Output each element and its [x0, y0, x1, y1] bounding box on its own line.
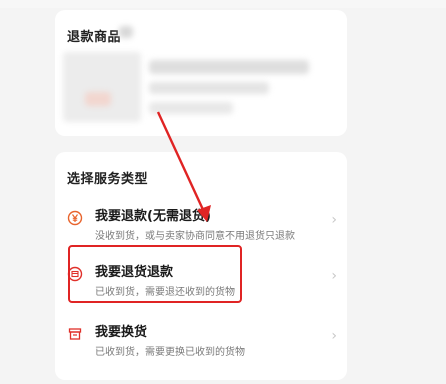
- refund-goods-title: 退款商品: [67, 30, 122, 45]
- goods-title-blur: [119, 26, 133, 38]
- goods-image-accent: [85, 92, 111, 106]
- option-return-refund-title: 我要退货退款: [95, 265, 174, 280]
- page: 退款商品 选择服务类型 我要退款(无需退货) 没收到货，或与卖家协商同意不用退货…: [0, 0, 446, 384]
- service-type-card: 选择服务类型 我要退款(无需退货) 没收到货，或与卖家协商同意不用退货只退款 ›…: [55, 152, 347, 380]
- goods-price-line: [149, 102, 233, 114]
- option-exchange-desc: 已收到货，需要更换已收到的货物: [95, 347, 245, 358]
- option-refund-only[interactable]: 我要退款(无需退货) 没收到货，或与卖家协商同意不用退货只退款 ›: [55, 196, 347, 252]
- option-return-refund[interactable]: 我要退货退款 已收到货，需要退还收到的货物 ›: [55, 252, 347, 308]
- return-goods-icon: [67, 266, 83, 282]
- yen-circle-icon: [67, 210, 83, 226]
- option-return-refund-desc: 已收到货，需要退还收到的货物: [95, 287, 235, 298]
- goods-spec-line: [149, 82, 269, 94]
- option-exchange[interactable]: 我要换货 已收到货，需要更换已收到的货物 ›: [55, 312, 347, 368]
- goods-image[interactable]: [63, 52, 141, 122]
- option-exchange-title: 我要换货: [95, 325, 148, 340]
- goods-name-line: [149, 60, 309, 74]
- service-type-title: 选择服务类型: [67, 172, 149, 187]
- exchange-box-icon: [68, 328, 82, 340]
- chevron-right-icon: ›: [331, 268, 337, 284]
- option-refund-only-desc: 没收到货，或与卖家协商同意不用退货只退款: [95, 231, 295, 242]
- chevron-right-icon: ›: [331, 328, 337, 344]
- top-strip: [0, 0, 446, 8]
- refund-goods-card: 退款商品: [55, 10, 347, 136]
- option-refund-only-title: 我要退款(无需退货): [95, 209, 211, 224]
- chevron-right-icon: ›: [331, 212, 337, 228]
